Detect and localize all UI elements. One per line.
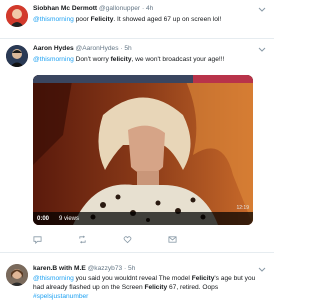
mention-link[interactable]: @thismorning bbox=[33, 56, 74, 63]
tweet-time[interactable]: · 4h bbox=[142, 5, 153, 12]
text-segment: 67, retired. Oops bbox=[167, 284, 219, 291]
video-controls: 0:00 9 views bbox=[33, 212, 253, 225]
tweet-text: @thismorning Don't worry felicity, we wo… bbox=[33, 55, 266, 64]
like-icon[interactable] bbox=[123, 235, 132, 244]
tweet-text: @thismorning you said you wouldnt reveal… bbox=[33, 274, 266, 301]
author-handle[interactable]: @AaronHydes bbox=[76, 45, 119, 52]
tweet-header: Aaron Hydes @AaronHydes · 5h bbox=[33, 45, 132, 53]
video-frame bbox=[33, 75, 253, 225]
video-player[interactable]: 12:19 0:00 9 views bbox=[33, 75, 253, 225]
broadcast-clock: 12:19 bbox=[236, 205, 249, 211]
retweet-icon[interactable] bbox=[78, 235, 87, 244]
message-icon[interactable] bbox=[168, 235, 177, 244]
highlight-word: Felicity bbox=[191, 275, 215, 282]
chevron-down-icon[interactable] bbox=[258, 5, 266, 13]
author-name[interactable]: Siobhan Mc Dermott bbox=[33, 5, 97, 12]
highlight-word: Felicity bbox=[90, 16, 114, 23]
text-segment: . It showed aged 67 up on screen lol! bbox=[113, 16, 222, 23]
author-name[interactable]: Aaron Hydes bbox=[33, 45, 74, 52]
text-segment: Don't worry bbox=[73, 56, 111, 63]
mention-link[interactable]: @thismorning bbox=[33, 275, 74, 282]
author-handle[interactable]: @kazzyb73 bbox=[88, 265, 123, 272]
highlight-word: felicity bbox=[110, 56, 132, 63]
tweet-actions bbox=[33, 235, 177, 244]
mention-link[interactable]: @thismorning bbox=[33, 16, 74, 23]
chevron-down-icon[interactable] bbox=[258, 45, 266, 53]
view-count: 9 views bbox=[59, 216, 80, 222]
author-handle[interactable]: @gallonupper bbox=[99, 5, 140, 12]
author-name[interactable]: karen.B with M.E bbox=[33, 265, 86, 272]
text-segment: you said you wouldnt reveal The model bbox=[73, 275, 192, 282]
highlight-word: Felicity bbox=[144, 284, 168, 291]
avatar[interactable] bbox=[6, 264, 28, 286]
avatar[interactable] bbox=[6, 45, 28, 67]
tweet-time[interactable]: · 5h bbox=[120, 45, 131, 52]
tweet-text: @thismorning poor Felicity. It showed ag… bbox=[33, 15, 266, 24]
text-segment: , we won't broadcast your age!!! bbox=[131, 56, 225, 63]
on-screen-caption-bar bbox=[33, 75, 253, 83]
tweet-header: Siobhan Mc Dermott @gallonupper · 4h bbox=[33, 5, 153, 13]
tweet-time[interactable]: · 5h bbox=[124, 265, 135, 272]
tweet-header: karen.B with M.E @kazzyb73 · 5h bbox=[33, 265, 135, 273]
tweet-1[interactable]: Siobhan Mc Dermott @gallonupper · 4h @th… bbox=[0, 0, 274, 39]
text-segment: poor bbox=[73, 16, 91, 23]
tweet-3[interactable]: karen.B with M.E @kazzyb73 · 5h @thismor… bbox=[0, 259, 274, 300]
avatar[interactable] bbox=[6, 5, 28, 27]
video-timestamp: 0:00 bbox=[37, 216, 50, 222]
chevron-down-icon[interactable] bbox=[258, 265, 266, 273]
hashtag-link[interactable]: #spelsjustanumber bbox=[33, 293, 88, 300]
reply-icon[interactable] bbox=[33, 235, 42, 244]
tweet-2[interactable]: Aaron Hydes @AaronHydes · 5h @thismornin… bbox=[0, 39, 274, 253]
